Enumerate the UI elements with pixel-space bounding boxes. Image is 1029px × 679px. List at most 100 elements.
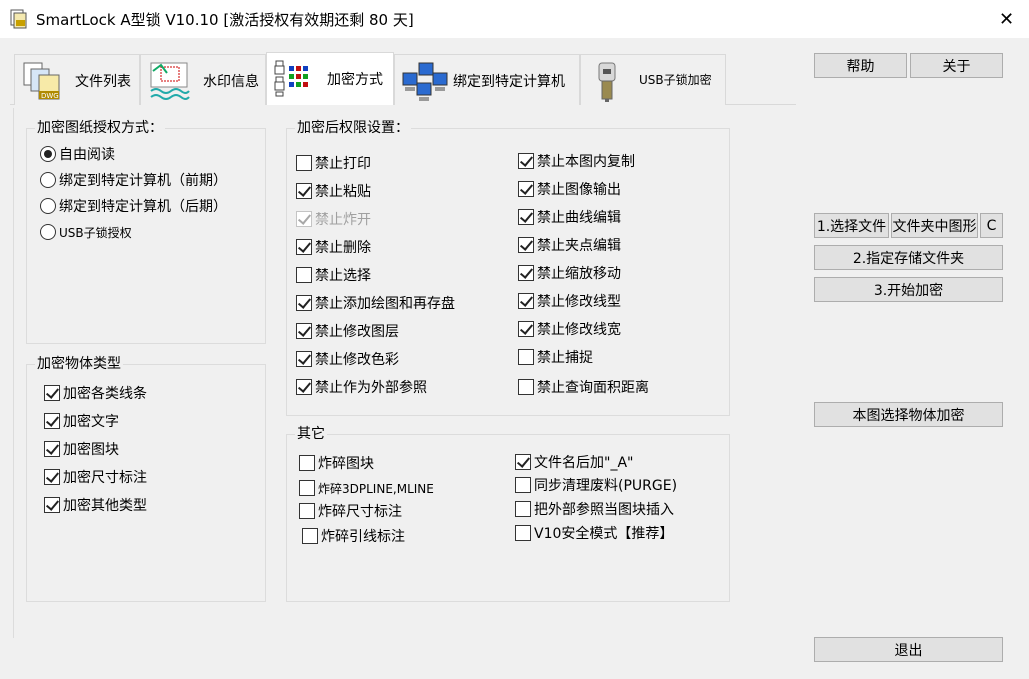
radio-button xyxy=(40,198,56,214)
checkbox-no-grip-edit[interactable]: 禁止夹点编辑 xyxy=(518,235,621,255)
checkbox-encrypt-blocks[interactable]: 加密图块 xyxy=(44,439,119,459)
checkbox-explode-3dpline[interactable]: 炸碎3DPLINE,MLINE xyxy=(299,478,434,498)
checkbox-label: 禁止选择 xyxy=(315,268,371,284)
checkbox-encrypt-dimensions[interactable]: 加密尺寸标注 xyxy=(44,467,147,487)
checkbox-no-xref[interactable]: 禁止作为外部参照 xyxy=(296,377,427,397)
checkbox xyxy=(44,441,60,457)
checkbox-no-print[interactable]: 禁止打印 xyxy=(296,153,371,173)
checkbox-label: 禁止修改色彩 xyxy=(315,352,399,368)
radio-bind-early[interactable]: 绑定到特定计算机（前期） xyxy=(40,170,227,190)
window-title: SmartLock A型锁 V10.10 [激活授权有效期还剩 80 天] xyxy=(36,11,414,29)
panel-border-left xyxy=(13,108,14,638)
checkbox-no-add-save[interactable]: 禁止添加绘图和再存盘 xyxy=(296,293,455,313)
group-title: 其它 xyxy=(295,426,327,442)
checkbox-label: 禁止修改图层 xyxy=(315,324,399,340)
radio-label: 绑定到特定计算机（后期） xyxy=(59,199,227,215)
checkbox-label: 炸碎引线标注 xyxy=(321,529,405,545)
checkbox xyxy=(296,295,312,311)
object-encrypt-button[interactable]: 本图选择物体加密 xyxy=(814,402,1003,427)
c-button[interactable]: C xyxy=(980,213,1003,238)
checkbox-label: 禁止本图内复制 xyxy=(537,154,635,170)
checkbox-label: 禁止打印 xyxy=(315,156,371,172)
checkbox-no-query-area[interactable]: 禁止查询面积距离 xyxy=(518,377,649,397)
tab-label: 水印信息 xyxy=(203,74,259,90)
checkbox-no-copy[interactable]: 禁止本图内复制 xyxy=(518,151,635,171)
checkbox xyxy=(518,265,534,281)
checkbox-sync-purge[interactable]: 同步清理废料(PURGE) xyxy=(515,475,677,495)
radio-usb-auth[interactable]: USB子锁授权 xyxy=(40,222,132,242)
checkbox-no-modify-color[interactable]: 禁止修改色彩 xyxy=(296,349,399,369)
checkbox xyxy=(296,211,312,227)
about-button[interactable]: 关于 xyxy=(910,53,1003,78)
checkbox-label: 炸碎3DPLINE,MLINE xyxy=(318,481,434,496)
usb-key-icon xyxy=(598,62,616,102)
checkbox-label: 加密尺寸标注 xyxy=(63,470,147,486)
tab-encryption-method[interactable]: 加密方式 xyxy=(266,52,394,105)
checkbox xyxy=(518,237,534,253)
folder-drawings-button[interactable]: 文件夹中图形 xyxy=(891,213,978,238)
checkbox xyxy=(518,321,534,337)
checkbox-v10-safe-mode[interactable]: V10安全模式【推荐】 xyxy=(515,523,673,543)
checkbox-no-scale-move[interactable]: 禁止缩放移动 xyxy=(518,263,621,283)
radio-label: USB子锁授权 xyxy=(59,225,132,240)
checkbox-encrypt-other[interactable]: 加密其他类型 xyxy=(44,495,147,515)
checkbox xyxy=(515,501,531,517)
checkbox-label: 禁止图像输出 xyxy=(537,182,621,198)
checkbox-explode-leaders[interactable]: 炸碎引线标注 xyxy=(302,526,405,546)
help-button[interactable]: 帮助 xyxy=(814,53,907,78)
checkbox-explode-dimensions[interactable]: 炸碎尺寸标注 xyxy=(299,501,402,521)
checkbox-xref-as-block[interactable]: 把外部参照当图块插入 xyxy=(515,499,674,519)
radio-bind-late[interactable]: 绑定到特定计算机（后期） xyxy=(40,196,227,216)
checkbox-label: 同步清理废料(PURGE) xyxy=(534,478,678,494)
checkbox xyxy=(44,413,60,429)
save-folder-button[interactable]: 2.指定存储文件夹 xyxy=(814,245,1003,270)
checkbox-label: 禁止捕捉 xyxy=(537,350,593,366)
checkbox-no-curve-edit[interactable]: 禁止曲线编辑 xyxy=(518,207,621,227)
checkbox xyxy=(44,385,60,401)
checkbox-label: V10安全模式【推荐】 xyxy=(534,526,674,542)
checkbox-label: 禁止曲线编辑 xyxy=(537,210,621,226)
checkbox xyxy=(518,293,534,309)
checkbox-label: 禁止粘贴 xyxy=(315,184,371,200)
watermark-icon xyxy=(150,62,190,100)
checkbox xyxy=(518,153,534,169)
checkbox-no-delete[interactable]: 禁止删除 xyxy=(296,237,371,257)
close-button[interactable]: ✕ xyxy=(984,0,1029,38)
checkbox-label: 炸碎图块 xyxy=(318,456,374,472)
checkbox xyxy=(44,497,60,513)
tab-label: 绑定到特定计算机 xyxy=(453,74,565,90)
checkbox-label: 禁止添加绘图和再存盘 xyxy=(315,296,455,312)
select-file-button[interactable]: 1.选择文件 xyxy=(814,213,889,238)
checkbox-filename-suffix[interactable]: 文件名后加"_A" xyxy=(515,452,633,472)
checkbox-no-image-output[interactable]: 禁止图像输出 xyxy=(518,179,621,199)
tab-file-list[interactable]: DWG 文件列表 xyxy=(14,54,140,105)
checkbox xyxy=(44,469,60,485)
exit-button[interactable]: 退出 xyxy=(814,637,1003,662)
checkbox-label: 禁止炸开 xyxy=(315,212,371,228)
checkbox-no-linetype[interactable]: 禁止修改线型 xyxy=(518,291,621,311)
checkbox xyxy=(296,155,312,171)
start-encrypt-button[interactable]: 3.开始加密 xyxy=(814,277,1003,302)
tab-watermark[interactable]: 水印信息 xyxy=(140,54,266,105)
radio-label: 自由阅读 xyxy=(59,147,115,163)
checkbox-no-paste[interactable]: 禁止粘贴 xyxy=(296,181,371,201)
radio-free-read[interactable]: 自由阅读 xyxy=(40,144,115,164)
checkbox-label: 加密各类线条 xyxy=(63,386,147,402)
checkbox xyxy=(296,183,312,199)
checkbox-no-explode: 禁止炸开 xyxy=(296,209,371,229)
tab-label: 文件列表 xyxy=(75,74,131,90)
checkbox-no-select[interactable]: 禁止选择 xyxy=(296,265,371,285)
checkbox-no-snap[interactable]: 禁止捕捉 xyxy=(518,347,593,367)
checkbox xyxy=(296,351,312,367)
tab-bind-computer[interactable]: 绑定到特定计算机 xyxy=(394,54,580,105)
radio-label: 绑定到特定计算机（前期） xyxy=(59,173,227,189)
usb-label-text: USB子锁加密 xyxy=(639,73,712,87)
checkbox-no-modify-layer[interactable]: 禁止修改图层 xyxy=(296,321,399,341)
checkbox-explode-blocks[interactable]: 炸碎图块 xyxy=(299,453,374,473)
radio-button xyxy=(40,172,56,188)
checkbox-encrypt-text[interactable]: 加密文字 xyxy=(44,411,119,431)
checkbox-encrypt-lines[interactable]: 加密各类线条 xyxy=(44,383,147,403)
tab-usb-key[interactable]: USB子锁加密 xyxy=(580,54,726,105)
checkbox-label: 把外部参照当图块插入 xyxy=(534,502,674,518)
checkbox-no-lineweight[interactable]: 禁止修改线宽 xyxy=(518,319,621,339)
